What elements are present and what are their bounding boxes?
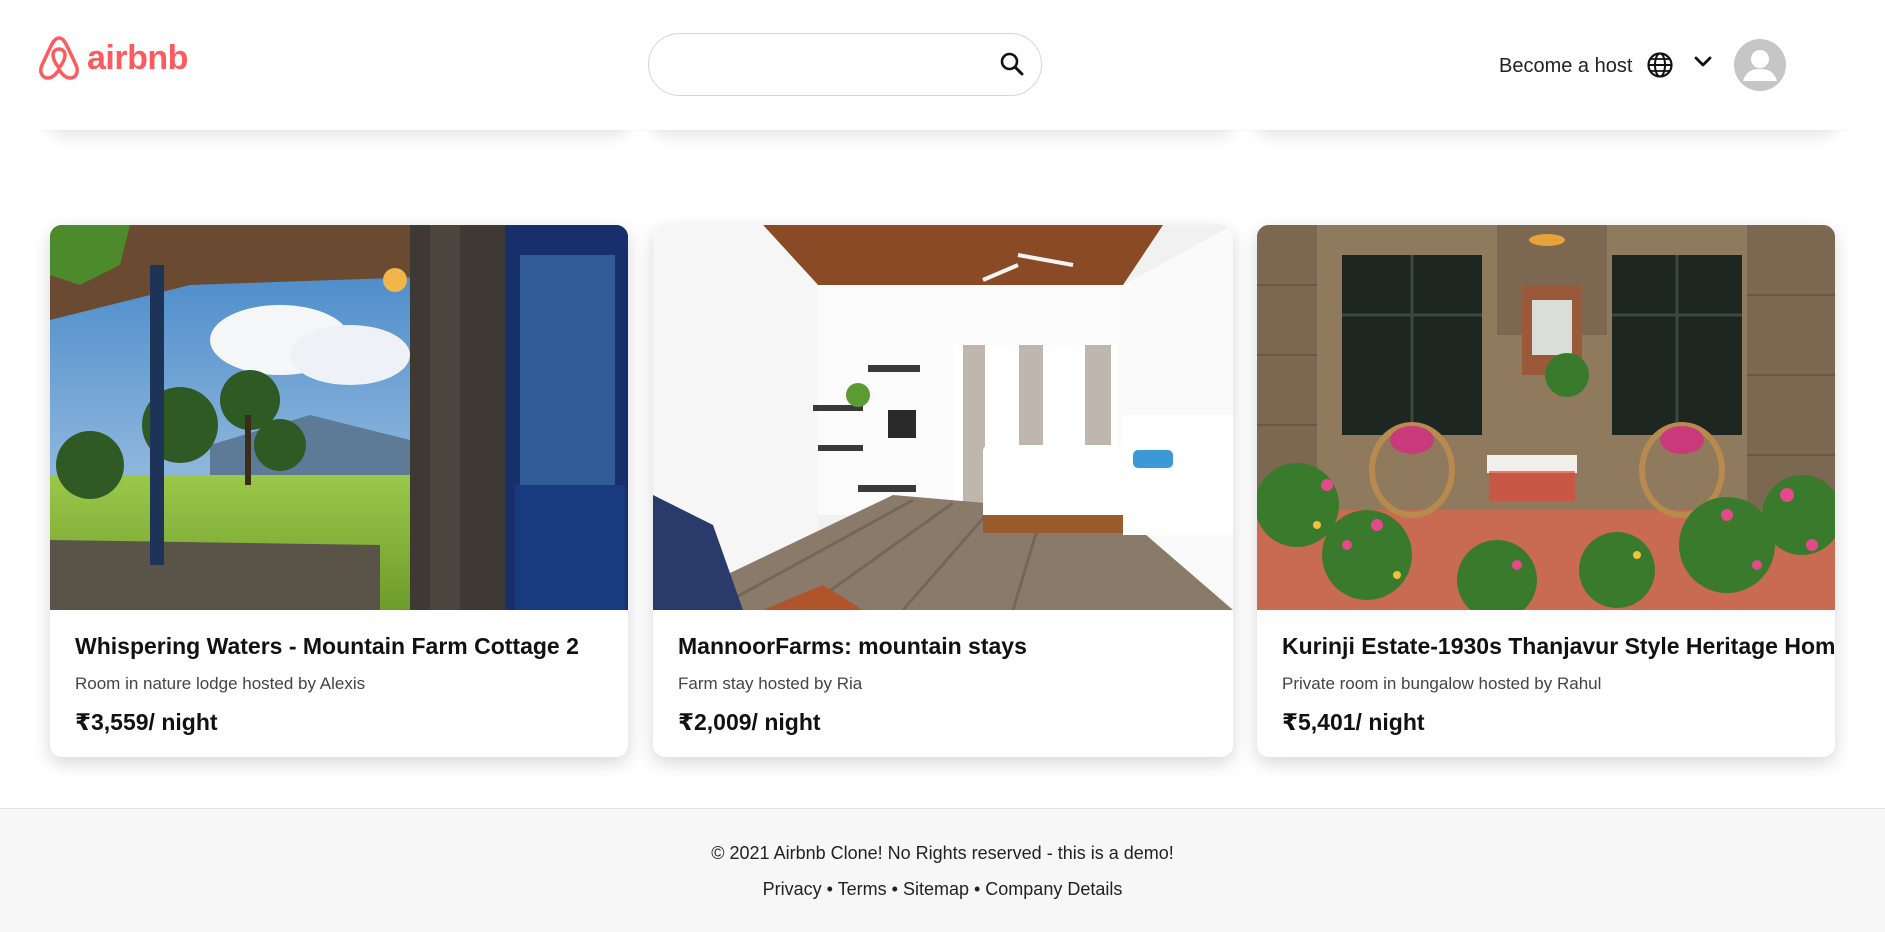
airbnb-logo[interactable]: airbnb	[37, 34, 188, 82]
listing-title[interactable]: Whispering Waters - Mountain Farm Cottag…	[75, 633, 579, 660]
footer-links: Privacy • Terms • Sitemap • Company Deta…	[0, 879, 1885, 900]
logo-text: airbnb	[87, 38, 188, 77]
listing-subtitle: Private room in bungalow hosted by Rahul	[1282, 674, 1602, 693]
listing-subtitle: Farm stay hosted by Ria	[678, 674, 863, 693]
footer-link-sitemap[interactable]: Sitemap	[903, 879, 969, 899]
search-bar[interactable]	[648, 33, 1042, 96]
listing-price: ₹5,401/ night	[1282, 709, 1425, 735]
top-header: airbnb Become a host	[0, 0, 1885, 130]
globe-icon[interactable]	[1646, 51, 1674, 84]
listing-price: ₹3,559/ night	[75, 709, 218, 735]
listing-card[interactable]: MannoorFarms: mountain stays Farm stay h…	[653, 225, 1233, 757]
footer-link-privacy[interactable]: Privacy	[763, 879, 822, 899]
user-avatar-icon[interactable]	[1734, 39, 1786, 91]
listing-subtitle: Room in nature lodge hosted by Alexis	[75, 674, 366, 693]
listing-price: ₹2,009/ night	[678, 709, 821, 735]
listing-photo-heritage-home[interactable]	[1257, 225, 1835, 610]
listing-card[interactable]: Whispering Waters - Mountain Farm Cottag…	[50, 225, 628, 757]
footer-separator: •	[968, 879, 986, 899]
footer-separator: •	[821, 879, 838, 899]
listing-title[interactable]: Kurinji Estate-1930s Thanjavur Style Her…	[1282, 633, 1835, 660]
footer-separator: •	[886, 879, 903, 899]
listing-card[interactable]: Kurinji Estate-1930s Thanjavur Style Her…	[1257, 225, 1835, 757]
become-host-link[interactable]: Become a host	[1499, 55, 1632, 78]
listing-photo-cottage[interactable]	[50, 225, 628, 610]
listing-title[interactable]: MannoorFarms: mountain stays	[678, 633, 1027, 660]
footer-link-terms[interactable]: Terms	[838, 879, 887, 899]
footer-copyright: © 2021 Airbnb Clone! No Rights reserved …	[711, 843, 1174, 863]
chevron-down-icon[interactable]	[1694, 55, 1712, 74]
airbnb-logo-icon	[39, 36, 79, 80]
search-icon[interactable]	[999, 51, 1025, 82]
footer-link-company-details[interactable]: Company Details	[985, 879, 1122, 899]
search-input[interactable]	[671, 48, 975, 84]
page-footer: © 2021 Airbnb Clone! No Rights reserved …	[0, 808, 1885, 932]
listing-photo-bedroom[interactable]	[653, 225, 1233, 610]
